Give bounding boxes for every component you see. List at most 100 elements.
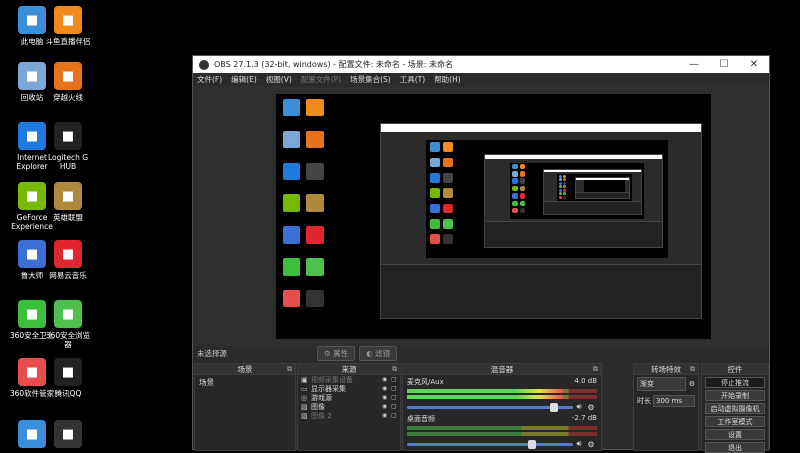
mixer-dock: 混音器 ⧉ 麦克风/Aux 4.0 dB 🔊︎ ⚙ 桌面音频 -2.7 dB 🔊︎ ⚙ bbox=[402, 363, 602, 451]
desktop-shortcut-label: 网易云音乐 bbox=[49, 271, 87, 280]
preview-desktop-icon bbox=[430, 203, 440, 214]
volume-slider[interactable] bbox=[407, 402, 573, 412]
desktop-shortcut[interactable]: ■ Logitech G HUB bbox=[44, 122, 92, 171]
properties-button[interactable]: ⚙ 属性 bbox=[317, 346, 356, 361]
preview-desktop-icon bbox=[306, 194, 324, 212]
transitions-header-label: 转场特效 bbox=[651, 365, 681, 374]
transition-type-select[interactable]: 渐变 bbox=[637, 377, 686, 391]
control-button[interactable]: 启动虚拟摄像机 bbox=[705, 403, 765, 414]
preview-desktop-icon bbox=[519, 200, 526, 206]
preview-desktop-icon bbox=[558, 192, 562, 196]
source-item[interactable]: ▨ 图像 2 ◉ ▢ bbox=[298, 411, 400, 420]
channel-name: 桌面音频 bbox=[407, 415, 435, 423]
dock-float-icon[interactable]: ⧉ bbox=[690, 364, 695, 375]
lock-icon[interactable]: ▢ bbox=[391, 394, 400, 401]
close-button[interactable]: ✕ bbox=[739, 59, 769, 70]
preview-desktop-icon bbox=[306, 162, 324, 180]
menu-item[interactable]: 编辑(E) bbox=[231, 74, 257, 85]
desktop-shortcut[interactable]: ■ bbox=[44, 420, 92, 451]
obs-app-icon bbox=[199, 59, 209, 70]
preview-desktop-icon bbox=[430, 142, 440, 153]
channel-db: -2.7 dB bbox=[571, 414, 597, 422]
speaker-icon[interactable]: 🔊︎ bbox=[573, 439, 585, 449]
lock-icon[interactable]: ▢ bbox=[391, 385, 400, 392]
menu-item[interactable]: 帮助(H) bbox=[434, 74, 461, 85]
lock-icon[interactable]: ▢ bbox=[391, 412, 400, 419]
maximize-button[interactable]: ☐ bbox=[709, 59, 739, 70]
control-button[interactable]: 工作室模式 bbox=[705, 416, 765, 427]
preview-desktop-icon bbox=[306, 98, 324, 117]
preview-desktop-icon bbox=[519, 163, 526, 170]
control-button[interactable]: 开始录制 bbox=[705, 390, 765, 401]
preview-desktop-icon bbox=[282, 130, 300, 149]
preview-desktop-icon bbox=[306, 226, 324, 244]
desktop-shortcut[interactable]: ■ 穿越火线 bbox=[44, 62, 92, 102]
desktop-shortcut[interactable]: ■ 360安全浏览器 bbox=[44, 300, 92, 349]
preview-desktop-icon bbox=[519, 178, 526, 184]
visibility-eye-icon[interactable]: ◉ bbox=[382, 376, 391, 383]
gear-icon[interactable]: ⚙ bbox=[585, 440, 597, 449]
menu-item[interactable]: 配置文件(P) bbox=[301, 74, 341, 85]
preview-desktop-icon bbox=[282, 290, 300, 308]
volume-slider[interactable] bbox=[407, 439, 573, 449]
preview-desktop-icon bbox=[443, 188, 453, 198]
preview-obs-window bbox=[542, 169, 642, 215]
logitech-icon: ■ bbox=[54, 122, 82, 150]
visibility-eye-icon[interactable]: ◉ bbox=[382, 394, 391, 401]
duration-input[interactable]: 300 ms bbox=[653, 395, 695, 407]
360-browser-icon: ■ bbox=[54, 300, 82, 328]
menu-item[interactable]: 文件(F) bbox=[197, 74, 222, 85]
menu-item[interactable]: 场景集合(S) bbox=[350, 74, 391, 85]
visibility-eye-icon[interactable]: ◉ bbox=[382, 412, 391, 419]
gear-icon[interactable]: ⚙ bbox=[585, 403, 597, 412]
control-button[interactable]: 退出 bbox=[705, 442, 765, 453]
ie-icon: ■ bbox=[18, 122, 46, 150]
preview-desktop-icon bbox=[512, 171, 518, 177]
volume-meter bbox=[407, 426, 597, 430]
dock-float-icon[interactable]: ⧉ bbox=[392, 364, 397, 375]
desktop-shortcut[interactable]: ■ 斗鱼直播伴侣 bbox=[44, 6, 92, 46]
preview-docks bbox=[485, 220, 663, 248]
channel-name: 麦克风/Aux bbox=[407, 378, 444, 386]
transition-type-row: 渐变 ⚙ bbox=[634, 375, 698, 393]
desktop-shortcut[interactable]: ■ 英雄联盟 bbox=[44, 182, 92, 222]
desktop-shortcut[interactable]: ■ 腾讯QQ bbox=[44, 358, 92, 398]
lock-icon[interactable]: ▢ bbox=[391, 376, 400, 383]
dock-float-icon[interactable]: ⧉ bbox=[287, 364, 292, 375]
speaker-icon[interactable]: 🔊︎ bbox=[573, 402, 585, 412]
minimize-button[interactable]: — bbox=[679, 59, 709, 70]
control-button[interactable]: 设置 bbox=[705, 429, 765, 440]
preview-desktop-icon bbox=[443, 172, 453, 183]
visibility-eye-icon[interactable]: ◉ bbox=[382, 403, 391, 410]
volume-meter bbox=[407, 395, 597, 399]
visibility-eye-icon[interactable]: ◉ bbox=[382, 385, 391, 392]
scene-list: 场景 bbox=[195, 375, 295, 390]
preview-canvas[interactable] bbox=[276, 94, 711, 339]
control-buttons: 停止推流开始录制启动虚拟摄像机 工作室模式设置退出 bbox=[702, 377, 768, 453]
filters-button[interactable]: ◐ 滤镜 bbox=[359, 346, 398, 361]
menu-item[interactable]: 视图(V) bbox=[266, 74, 292, 85]
desktop-shortcut[interactable]: ■ 网易云音乐 bbox=[44, 240, 92, 280]
preview-inner-canvas bbox=[426, 140, 668, 258]
preview-desktop-icon bbox=[306, 258, 324, 276]
lock-icon[interactable]: ▢ bbox=[391, 403, 400, 410]
ludashi-icon: ■ bbox=[18, 240, 46, 268]
preview-obs-window bbox=[484, 154, 664, 249]
desktop-shortcut-label: 360安全浏览器 bbox=[45, 331, 91, 349]
dock-float-icon[interactable]: ⧉ bbox=[593, 364, 598, 375]
control-button[interactable]: 停止推流 bbox=[705, 377, 765, 388]
preview-desktop-icon bbox=[519, 207, 526, 214]
preview-desktop-icon bbox=[512, 207, 518, 214]
window-title: OBS 27.1.3 (32-bit, windows) - 配置文件: 未命名… bbox=[214, 60, 454, 69]
sources-header: 来源 ⧉ bbox=[298, 364, 400, 375]
preview-docks bbox=[381, 263, 702, 319]
scene-item[interactable]: 场景 bbox=[195, 375, 295, 390]
preview-desktop-icon bbox=[558, 195, 562, 199]
360-soft-icon: ■ bbox=[18, 358, 46, 386]
sources-dock: 来源 ⧉ ▣ 视频采集设备 ◉ ▢ ▭ 显示器采集 ◉ ▢ ◎ 游戏源 ◉ ▢ ▨ 图像 ◉ ▢ ▨ 图像 2 ◉ ▢ bbox=[297, 363, 401, 451]
source-type-icon: ▭ bbox=[301, 384, 308, 393]
transition-settings-icon[interactable]: ⚙ bbox=[689, 380, 695, 388]
menu-item[interactable]: 工具(T) bbox=[400, 74, 425, 85]
recycle-bin-icon: ■ bbox=[18, 62, 46, 90]
preview-desktop-icon bbox=[512, 200, 518, 206]
